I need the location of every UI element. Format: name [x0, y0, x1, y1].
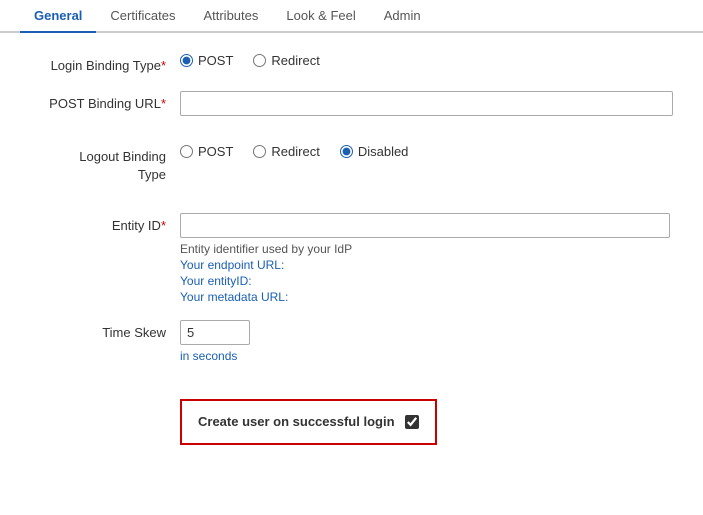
create-user-checkbox[interactable] [405, 415, 419, 429]
login-binding-type-row: Login Binding Type* POST Redirect [30, 53, 673, 75]
tab-bar: General Certificates Attributes Look & F… [0, 0, 703, 33]
logout-redirect-label: Redirect [271, 144, 319, 159]
logout-disabled-option[interactable]: Disabled [340, 144, 409, 159]
entity-id-field-group: Entity identifier used by your IdP Your … [180, 213, 673, 304]
login-redirect-radio[interactable] [253, 54, 266, 67]
post-binding-url-input[interactable] [180, 91, 673, 116]
tab-certificates[interactable]: Certificates [96, 0, 189, 33]
tab-general[interactable]: General [20, 0, 96, 33]
create-user-label: Create user on successful login [198, 413, 395, 431]
tab-attributes[interactable]: Attributes [189, 0, 272, 33]
tab-admin[interactable]: Admin [370, 0, 435, 33]
logout-redirect-radio[interactable] [253, 145, 266, 158]
entity-id-url-label: Your entityID: [180, 274, 673, 288]
post-binding-url-label: POST Binding URL* [30, 91, 180, 113]
time-skew-row: Time Skew in seconds [30, 320, 673, 363]
entity-id-input[interactable] [180, 213, 670, 238]
logout-binding-type-row: Logout BindingType POST Redirect Disable… [30, 144, 673, 184]
create-user-box: Create user on successful login [180, 399, 437, 445]
login-redirect-option[interactable]: Redirect [253, 53, 319, 68]
time-skew-label: Time Skew [30, 320, 180, 342]
logout-post-radio[interactable] [180, 145, 193, 158]
login-post-radio[interactable] [180, 54, 193, 67]
tab-look-feel[interactable]: Look & Feel [272, 0, 369, 33]
login-binding-type-options: POST Redirect [180, 53, 673, 68]
logout-disabled-radio[interactable] [340, 145, 353, 158]
post-binding-url-field-group [180, 91, 673, 116]
time-skew-input[interactable] [180, 320, 250, 345]
entity-id-help-text: Entity identifier used by your IdP [180, 242, 673, 256]
entity-id-label: Entity ID* [30, 213, 180, 235]
logout-redirect-option[interactable]: Redirect [253, 144, 319, 159]
login-post-label: POST [198, 53, 233, 68]
time-skew-field-group: in seconds [180, 320, 673, 363]
login-redirect-label: Redirect [271, 53, 319, 68]
time-skew-unit: in seconds [180, 349, 673, 363]
logout-disabled-label: Disabled [358, 144, 409, 159]
form-content: Login Binding Type* POST Redirect POST B… [0, 33, 703, 465]
logout-post-label: POST [198, 144, 233, 159]
logout-post-option[interactable]: POST [180, 144, 233, 159]
post-binding-url-row: POST Binding URL* [30, 91, 673, 116]
entity-id-row: Entity ID* Entity identifier used by you… [30, 213, 673, 304]
login-post-option[interactable]: POST [180, 53, 233, 68]
login-binding-type-label: Login Binding Type* [30, 53, 180, 75]
logout-binding-type-options: POST Redirect Disabled [180, 144, 673, 159]
endpoint-url-label: Your endpoint URL: [180, 258, 673, 272]
logout-binding-type-label: Logout BindingType [30, 144, 180, 184]
metadata-url-label: Your metadata URL: [180, 290, 673, 304]
